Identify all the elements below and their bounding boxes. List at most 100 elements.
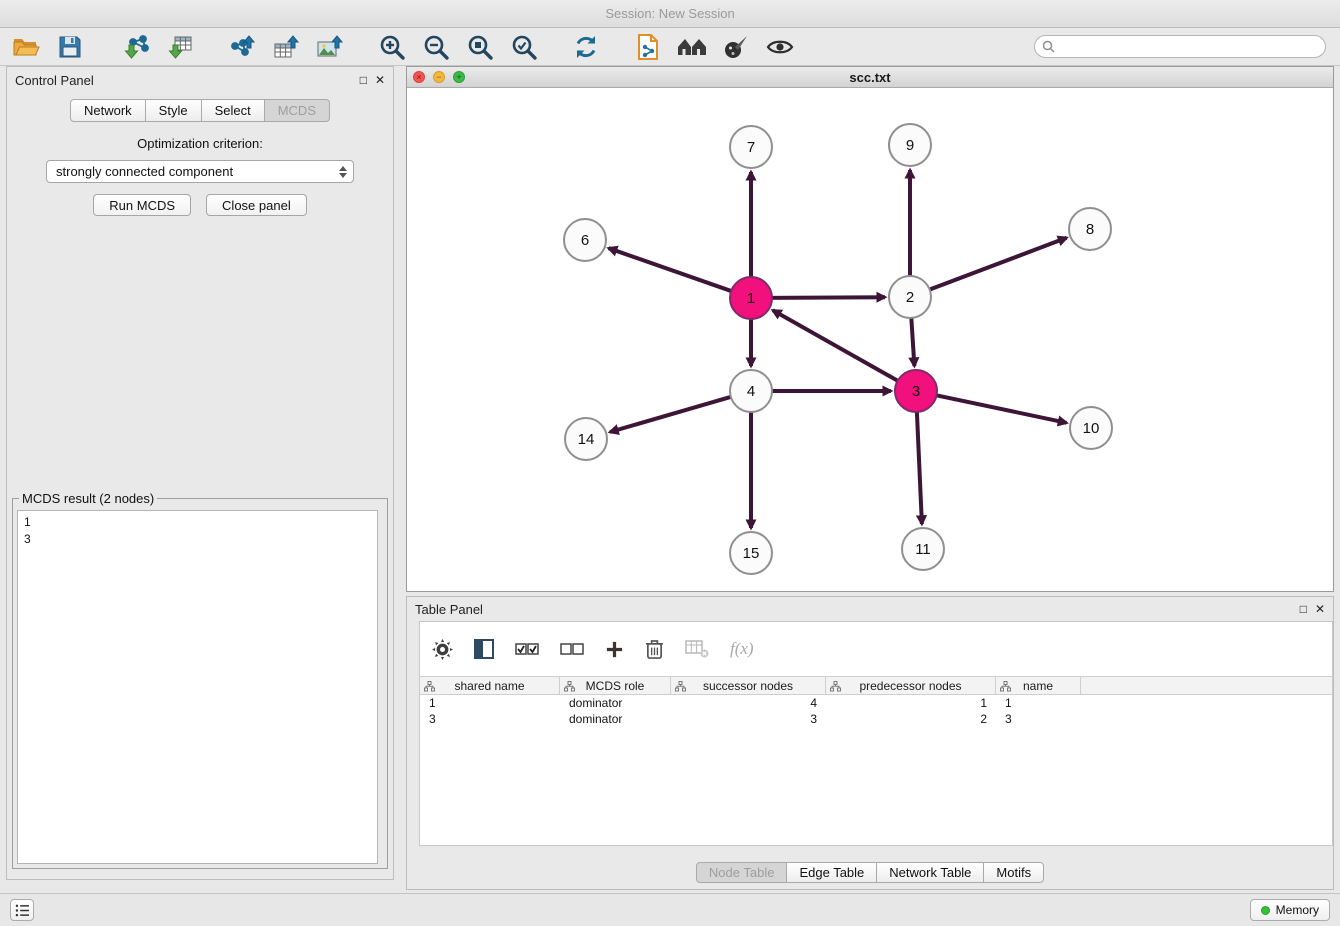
column-header-label: predecessor nodes <box>859 679 961 693</box>
network-canvas[interactable]: 1 2 3 4 6 7 8 9 10 11 14 15 <box>407 88 1333 591</box>
function-builder-button[interactable]: f(x) <box>730 639 754 659</box>
zoom-fit-button[interactable] <box>462 31 498 63</box>
graph-node-4[interactable]: 4 <box>730 370 772 412</box>
network-edge-1-2[interactable] <box>770 297 885 298</box>
graph-node-9[interactable]: 9 <box>889 124 931 166</box>
document-share-button[interactable] <box>630 31 666 63</box>
close-table-panel-icon[interactable]: ✕ <box>1315 603 1325 615</box>
column-header-name[interactable]: name <box>996 677 1081 694</box>
graph-node-label: 7 <box>747 139 755 156</box>
style-brush-button[interactable] <box>718 31 754 63</box>
sort-icon <box>564 681 575 692</box>
network-edge-1-6[interactable] <box>609 248 734 292</box>
criterion-dropdown[interactable]: strongly connected component <box>46 160 354 183</box>
select-all-icon <box>515 643 539 656</box>
table-tabs: Node TableEdge TableNetwork TableMotifs <box>407 862 1333 883</box>
sort-icon <box>830 681 841 692</box>
network-edge-3-1[interactable] <box>773 310 900 381</box>
result-value: 1 <box>24 514 371 531</box>
home-networks-button[interactable] <box>674 31 710 63</box>
network-window-title: scc.txt <box>407 70 1333 85</box>
show-panels-button[interactable] <box>10 899 34 921</box>
graph-node-label: 3 <box>912 383 920 400</box>
delete-column-button[interactable] <box>645 639 664 660</box>
graph-node-3[interactable]: 3 <box>895 370 937 412</box>
column-header-successor-nodes[interactable]: successor nodes <box>671 677 826 694</box>
zoom-in-icon <box>378 33 406 61</box>
export-image-button[interactable] <box>312 31 348 63</box>
close-mcds-panel-button[interactable]: Close panel <box>206 194 307 216</box>
graph-node-15[interactable]: 15 <box>730 532 772 574</box>
zoom-selected-button[interactable] <box>506 31 542 63</box>
minimize-window-button[interactable]: − <box>433 71 445 83</box>
graph-node-6[interactable]: 6 <box>564 219 606 261</box>
close-window-button[interactable]: × <box>413 71 425 83</box>
graph-node-14[interactable]: 14 <box>565 418 607 460</box>
column-header-predecessor-nodes[interactable]: predecessor nodes <box>826 677 996 694</box>
tab-motifs[interactable]: Motifs <box>983 862 1044 883</box>
memory-status-dot <box>1261 906 1270 915</box>
select-all-button[interactable] <box>515 643 539 656</box>
import-network-icon <box>122 34 150 60</box>
import-table-button[interactable] <box>162 31 198 63</box>
graph-node-11[interactable]: 11 <box>902 528 944 570</box>
dropdown-stepper-icon <box>339 166 349 178</box>
network-edge-2-3[interactable] <box>911 316 914 366</box>
window-title: Session: New Session <box>605 6 734 21</box>
graph-node-7[interactable]: 7 <box>730 126 772 168</box>
memory-button[interactable]: Memory <box>1250 899 1330 921</box>
graph-node-label: 14 <box>578 431 595 448</box>
zoom-out-button[interactable] <box>418 31 454 63</box>
tab-network[interactable]: Network <box>70 99 146 122</box>
close-panel-icon[interactable]: ✕ <box>375 74 385 86</box>
graph-node-10[interactable]: 10 <box>1070 407 1112 449</box>
graph-node-2[interactable]: 2 <box>889 276 931 318</box>
network-edge-3-10[interactable] <box>935 395 1067 423</box>
apply-layout-button[interactable] <box>568 31 604 63</box>
export-table-button[interactable] <box>268 31 304 63</box>
network-edge-3-11[interactable] <box>917 410 922 524</box>
table-row[interactable]: 3dominator323 <box>420 711 1332 727</box>
column-header-mcds-role[interactable]: MCDS role <box>560 677 671 694</box>
import-network-button[interactable] <box>118 31 154 63</box>
show-hide-button[interactable] <box>762 31 798 63</box>
tab-mcds[interactable]: MCDS <box>264 99 330 122</box>
save-session-button[interactable] <box>52 31 88 63</box>
unselect-all-button[interactable] <box>560 643 584 656</box>
mcds-result-title: MCDS result (2 nodes) <box>19 491 157 506</box>
tab-node-table[interactable]: Node Table <box>696 862 788 883</box>
export-network-button[interactable] <box>224 31 260 63</box>
table-row[interactable]: 1dominator411 <box>420 695 1332 711</box>
float-table-panel-icon[interactable]: □ <box>1300 603 1307 615</box>
column-header-label: shared name <box>454 679 524 693</box>
graph-node-8[interactable]: 8 <box>1069 208 1111 250</box>
criterion-value: strongly connected component <box>56 164 233 179</box>
run-mcds-button[interactable]: Run MCDS <box>93 194 191 216</box>
column-header-shared-name[interactable]: shared name <box>420 677 560 694</box>
table-panel: Table Panel □ ✕ <box>406 596 1334 890</box>
search-input[interactable] <box>1034 35 1326 58</box>
float-panel-icon[interactable]: □ <box>360 74 367 86</box>
network-edge-2-8[interactable] <box>928 238 1067 290</box>
export-network-icon <box>228 34 256 60</box>
zoom-in-button[interactable] <box>374 31 410 63</box>
add-column-button[interactable] <box>605 640 624 659</box>
column-layout-button[interactable] <box>474 639 494 659</box>
network-edge-4-14[interactable] <box>610 396 733 432</box>
tab-edge-table[interactable]: Edge Table <box>786 862 877 883</box>
table-settings-button[interactable] <box>432 639 453 660</box>
tab-select[interactable]: Select <box>201 99 265 122</box>
delete-table-button[interactable] <box>685 640 709 658</box>
open-session-button[interactable] <box>8 31 44 63</box>
table-header-row: shared name MCDS rolesuccessor nodes prede… <box>420 676 1332 695</box>
zoom-selected-icon <box>510 33 538 61</box>
eye-icon <box>766 37 794 57</box>
tab-style[interactable]: Style <box>145 99 202 122</box>
graph-node-1[interactable]: 1 <box>730 277 772 319</box>
export-image-icon <box>316 34 344 60</box>
tab-network-table[interactable]: Network Table <box>876 862 984 883</box>
table-cell: 3 <box>420 712 560 726</box>
floppy-icon <box>58 35 82 59</box>
mcds-result-list: 13 <box>17 510 378 864</box>
maximize-window-button[interactable]: + <box>453 71 465 83</box>
